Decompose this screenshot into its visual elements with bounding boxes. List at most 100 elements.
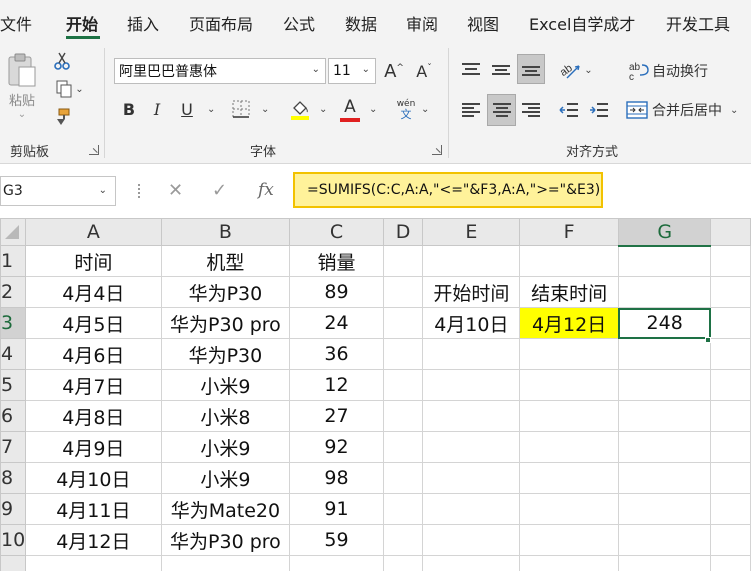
cell[interactable]: 36 — [289, 338, 384, 370]
cell[interactable] — [617, 245, 712, 277]
cell[interactable] — [382, 431, 424, 463]
cell[interactable]: 4月7日 — [25, 369, 162, 401]
cell[interactable] — [519, 524, 619, 556]
italic-button[interactable]: I — [146, 96, 168, 122]
row-header[interactable]: 10 — [0, 524, 27, 556]
cell[interactable]: 开始时间 — [422, 276, 521, 308]
underline-button[interactable]: U — [176, 96, 198, 122]
cell[interactable] — [710, 276, 751, 308]
cell[interactable] — [519, 245, 619, 277]
tab-view[interactable]: 视图 — [467, 11, 499, 35]
cell[interactable] — [519, 431, 619, 463]
active-cell[interactable]: 248 — [617, 307, 712, 339]
cell[interactable] — [710, 524, 751, 556]
phonetic-guide-button[interactable]: wén 文 — [392, 96, 420, 124]
cell[interactable] — [382, 400, 424, 432]
cell[interactable] — [422, 493, 521, 525]
borders-dropdown-icon[interactable]: ⌄ — [261, 104, 269, 115]
cell[interactable]: 华为P30 — [160, 276, 291, 308]
cell[interactable]: 4月10日 — [25, 462, 162, 494]
cell[interactable] — [617, 462, 712, 494]
cell[interactable] — [422, 400, 521, 432]
cell[interactable]: 27 — [289, 400, 384, 432]
cell[interactable] — [617, 524, 712, 556]
cell[interactable]: 华为P30 pro — [160, 307, 291, 339]
cell[interactable] — [617, 555, 712, 571]
wrap-text-button[interactable]: ab c 自动换行 — [628, 58, 716, 84]
cell[interactable] — [422, 555, 521, 571]
cell[interactable] — [422, 369, 521, 401]
merge-center-button[interactable]: 合并后居中 ⌄ — [626, 96, 750, 124]
cell[interactable]: 4月4日 — [25, 276, 162, 308]
row-header[interactable]: 5 — [0, 369, 27, 401]
cell[interactable] — [289, 555, 384, 571]
increase-indent-button[interactable] — [586, 96, 612, 124]
cell[interactable] — [617, 400, 712, 432]
row-header[interactable]: 6 — [0, 400, 27, 432]
tab-home[interactable]: 开始 — [66, 11, 98, 35]
tab-data[interactable]: 数据 — [345, 11, 377, 35]
insert-function-icon[interactable]: fx — [258, 180, 274, 200]
cell[interactable] — [160, 555, 291, 571]
chevron-down-icon[interactable]: ⌄ — [362, 64, 370, 75]
cell[interactable] — [617, 493, 712, 525]
cell[interactable]: 结束时间 — [519, 276, 619, 308]
cell[interactable]: 4月9日 — [25, 431, 162, 463]
cell[interactable] — [422, 338, 521, 370]
clipboard-dialog-launcher-icon[interactable] — [89, 145, 99, 155]
cell[interactable] — [710, 431, 751, 463]
fill-color-dropdown-icon[interactable]: ⌄ — [319, 104, 327, 115]
column-header-a[interactable]: A — [25, 218, 162, 246]
cell[interactable] — [382, 307, 424, 339]
cell[interactable]: 24 — [289, 307, 384, 339]
top-align-button[interactable] — [458, 56, 484, 84]
cell[interactable]: 4月11日 — [25, 493, 162, 525]
font-name-combo[interactable]: 阿里巴巴普惠体 ⌄ — [114, 58, 326, 84]
cell[interactable] — [25, 555, 162, 571]
cell[interactable] — [710, 307, 751, 339]
tab-insert[interactable]: 插入 — [127, 11, 159, 35]
paste-button[interactable]: 粘贴 ⌄ — [2, 50, 42, 122]
cell[interactable] — [382, 462, 424, 494]
enter-formula-icon[interactable]: ✓ — [212, 180, 227, 201]
tab-review[interactable]: 审阅 — [406, 11, 438, 35]
tab-formulas[interactable]: 公式 — [283, 11, 315, 35]
cell[interactable] — [519, 462, 619, 494]
paste-dropdown-icon[interactable]: ⌄ — [18, 109, 26, 120]
cell[interactable]: 4月8日 — [25, 400, 162, 432]
cancel-formula-icon[interactable]: ✕ — [168, 180, 183, 201]
cell[interactable] — [382, 524, 424, 556]
cell[interactable] — [710, 493, 751, 525]
row-header[interactable]: 7 — [0, 431, 27, 463]
name-box[interactable]: G3 ⌄ — [0, 176, 116, 206]
align-left-button[interactable] — [458, 96, 484, 124]
row-header[interactable]: 2 — [0, 276, 27, 308]
cell[interactable] — [617, 276, 712, 308]
orientation-dropdown-icon[interactable]: ⌄ — [584, 65, 592, 76]
cell[interactable]: 华为P30 — [160, 338, 291, 370]
worksheet-grid[interactable]: A B C D E F G 1 时间 机型 销量 2 4月4日 华为P30 89 开始时间 结束时… — [0, 218, 751, 571]
borders-button[interactable] — [228, 97, 254, 121]
cell[interactable]: 小米9 — [160, 431, 291, 463]
cell[interactable] — [382, 338, 424, 370]
cell[interactable]: 98 — [289, 462, 384, 494]
cell[interactable] — [617, 338, 712, 370]
decrease-font-size-button[interactable]: Aˇ — [412, 58, 436, 84]
cell[interactable] — [382, 555, 424, 571]
cell[interactable] — [710, 338, 751, 370]
cell[interactable]: 59 — [289, 524, 384, 556]
cell[interactable]: 机型 — [160, 245, 291, 277]
cell[interactable]: 时间 — [25, 245, 162, 277]
column-header-f[interactable]: F — [519, 218, 619, 246]
row-header[interactable] — [0, 555, 27, 571]
orientation-button[interactable]: ab ⌄ — [556, 56, 596, 84]
merge-center-dropdown-icon[interactable]: ⌄ — [730, 105, 738, 116]
bold-button[interactable]: B — [118, 96, 140, 122]
cell[interactable] — [710, 245, 751, 277]
tab-page-layout[interactable]: 页面布局 — [189, 11, 253, 35]
cell[interactable] — [422, 462, 521, 494]
phonetic-dropdown-icon[interactable]: ⌄ — [421, 104, 429, 115]
tab-excel-zixue[interactable]: Excel自学成才 — [529, 11, 635, 35]
cell[interactable] — [710, 369, 751, 401]
cell[interactable] — [519, 369, 619, 401]
